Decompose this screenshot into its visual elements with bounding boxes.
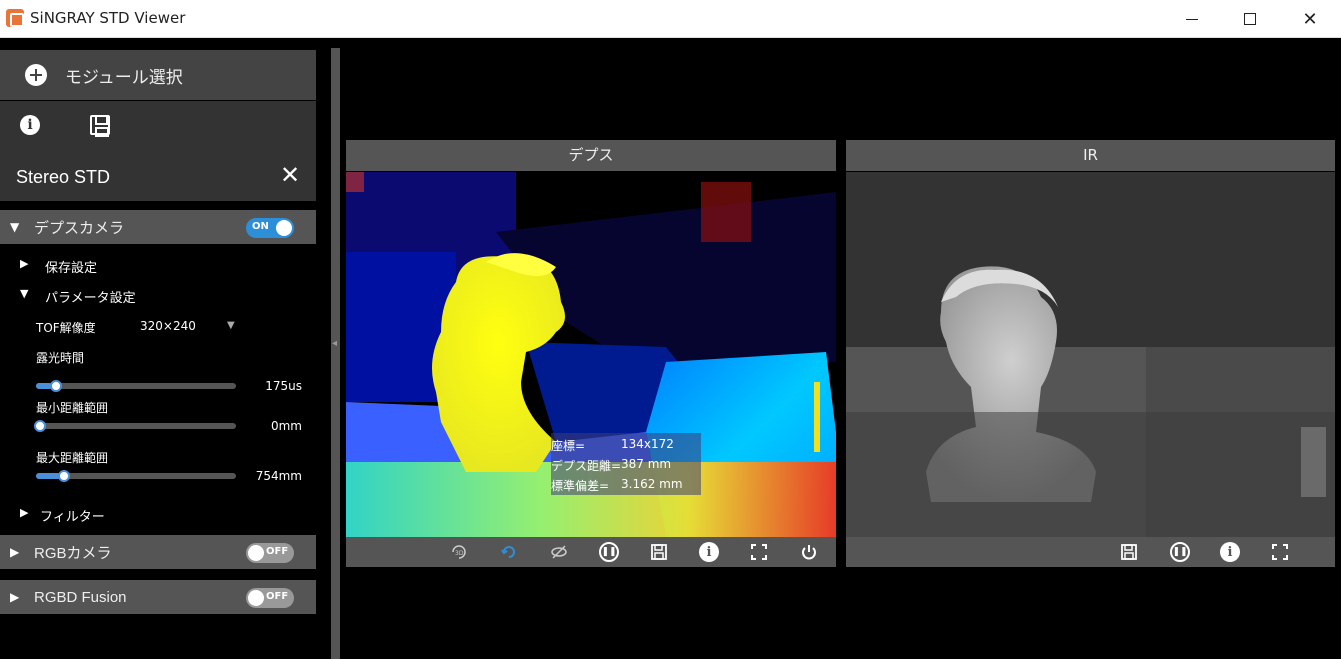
maximize-button[interactable] bbox=[1221, 0, 1279, 38]
expand-down-icon: ▼ bbox=[20, 287, 29, 300]
ir-photo-graphic bbox=[846, 172, 1335, 537]
section-rgb-camera[interactable]: ▶ RGBカメラ OFF bbox=[0, 535, 316, 569]
save-settings-label: 保存設定 bbox=[45, 261, 98, 276]
save-icon[interactable] bbox=[1119, 542, 1139, 562]
depth-camera-toggle[interactable]: ON bbox=[246, 218, 294, 238]
max-range-label: 最大距離範囲 bbox=[36, 451, 109, 465]
plus-icon bbox=[25, 64, 47, 86]
pause-icon[interactable]: ❚❚ bbox=[599, 542, 619, 562]
rgb-camera-toggle[interactable]: OFF bbox=[246, 543, 294, 563]
module-select-button[interactable]: モジュール選択 bbox=[0, 50, 316, 100]
section-rgbd-fusion[interactable]: ▶ RGBD Fusion OFF bbox=[0, 580, 316, 614]
slider-knob[interactable] bbox=[58, 470, 70, 482]
toggle-knob bbox=[248, 545, 264, 561]
panel-splitter[interactable]: ◂ bbox=[331, 48, 340, 659]
coord-label: 座標= bbox=[551, 439, 586, 453]
ir-toolbar: ❚❚ i bbox=[846, 537, 1335, 567]
exposure-slider[interactable] bbox=[36, 380, 236, 392]
slider-knob[interactable] bbox=[34, 420, 46, 432]
tof-resolution-label: TOF解像度 bbox=[36, 321, 96, 335]
collapse-left-icon[interactable]: ◂ bbox=[332, 338, 337, 349]
exposure-label: 露光時間 bbox=[36, 351, 85, 365]
toggle-knob bbox=[276, 220, 292, 236]
window-title: SiNGRAY STD Viewer bbox=[30, 9, 186, 27]
close-window-button[interactable]: ✕ bbox=[1281, 0, 1339, 38]
expand-right-icon: ▶ bbox=[10, 590, 20, 604]
filter-label: フィルター bbox=[40, 510, 105, 525]
depth-panel-title: デプス bbox=[346, 140, 836, 171]
toggle-state-label: OFF bbox=[266, 546, 289, 557]
min-range-slider[interactable] bbox=[34, 420, 236, 432]
maximize-icon bbox=[1244, 13, 1256, 25]
sidebar-tools: i bbox=[0, 101, 316, 151]
max-range-slider[interactable] bbox=[36, 470, 236, 482]
info-icon[interactable]: i bbox=[699, 542, 719, 562]
info-icon[interactable]: i bbox=[20, 115, 40, 135]
depth-readout-overlay: 座標= 134x172 デプス距離= 387 mm 標準偏差= 3.162 mm bbox=[551, 433, 701, 495]
toggle-state-label: ON bbox=[252, 221, 269, 232]
minimize-icon bbox=[1186, 18, 1198, 20]
save-icon[interactable] bbox=[649, 542, 669, 562]
app-logo-icon bbox=[6, 9, 24, 27]
minimize-button[interactable] bbox=[1163, 0, 1221, 38]
rotate-icon[interactable] bbox=[499, 542, 519, 562]
rgbd-fusion-toggle[interactable]: OFF bbox=[246, 588, 294, 608]
rgbd-fusion-label: RGBD Fusion bbox=[34, 588, 127, 606]
expand-right-icon: ▶ bbox=[10, 545, 20, 559]
pause-icon[interactable]: ❚❚ bbox=[1170, 542, 1190, 562]
tof-resolution-select[interactable]: 320×240 bbox=[140, 319, 196, 333]
fullscreen-icon[interactable] bbox=[749, 542, 769, 562]
toggle-state-label: OFF bbox=[266, 591, 289, 602]
sidebar: モジュール選択 i Stereo STD ✕ ▼ デプスカメラ ON ▶ 保存設… bbox=[0, 39, 330, 659]
depth-toolbar: 3D ❚❚ i bbox=[346, 537, 836, 567]
device-name: Stereo STD bbox=[16, 167, 111, 187]
ir-panel: IR ❚❚ i bbox=[846, 140, 1335, 567]
rgb-camera-label: RGBカメラ bbox=[34, 544, 112, 562]
min-range-value: 0mm bbox=[270, 419, 302, 433]
power-icon[interactable] bbox=[799, 542, 819, 562]
svg-text:3D: 3D bbox=[455, 550, 464, 557]
exposure-value: 175us bbox=[265, 379, 302, 393]
coord-value: 134x172 bbox=[621, 437, 674, 451]
depth-image[interactable]: 座標= 134x172 デプス距離= 387 mm 標準偏差= 3.162 mm bbox=[346, 172, 836, 537]
dist-label: デプス距離= bbox=[551, 459, 622, 473]
3d-view-icon[interactable]: 3D bbox=[449, 542, 469, 562]
depth-panel: デプス 座標= 134x172 デプス距離= 387 mm 標準偏差= 3.16… bbox=[346, 140, 836, 567]
std-value: 3.162 mm bbox=[621, 477, 683, 491]
close-device-icon[interactable]: ✕ bbox=[280, 161, 300, 189]
slider-knob[interactable] bbox=[50, 380, 62, 392]
chevron-down-icon[interactable]: ▼ bbox=[227, 320, 235, 331]
max-range-value: 754mm bbox=[255, 469, 302, 483]
title-bar: SiNGRAY STD Viewer ✕ bbox=[0, 0, 1341, 38]
close-icon: ✕ bbox=[1302, 8, 1318, 30]
slider-fill bbox=[36, 473, 60, 479]
info-icon[interactable]: i bbox=[1220, 542, 1240, 562]
expand-right-icon: ▶ bbox=[20, 257, 29, 270]
device-header: Stereo STD ✕ bbox=[0, 151, 316, 201]
expand-down-icon: ▼ bbox=[10, 220, 20, 234]
ir-panel-title: IR bbox=[846, 140, 1335, 171]
min-range-label: 最小距離範囲 bbox=[36, 401, 109, 415]
hide-icon[interactable] bbox=[549, 542, 569, 562]
fullscreen-icon[interactable] bbox=[1270, 542, 1290, 562]
save-icon[interactable] bbox=[90, 115, 110, 137]
expand-right-icon: ▶ bbox=[20, 506, 29, 519]
ir-image[interactable] bbox=[846, 172, 1335, 537]
section-depth-camera[interactable]: ▼ デプスカメラ ON bbox=[0, 210, 316, 244]
std-label: 標準偏差= bbox=[551, 479, 610, 493]
toggle-knob bbox=[248, 590, 264, 606]
module-select-label: モジュール選択 bbox=[65, 67, 183, 88]
param-settings-label: パラメータ設定 bbox=[45, 291, 136, 306]
dist-value: 387 mm bbox=[621, 457, 672, 471]
depth-camera-label: デプスカメラ bbox=[34, 219, 125, 237]
